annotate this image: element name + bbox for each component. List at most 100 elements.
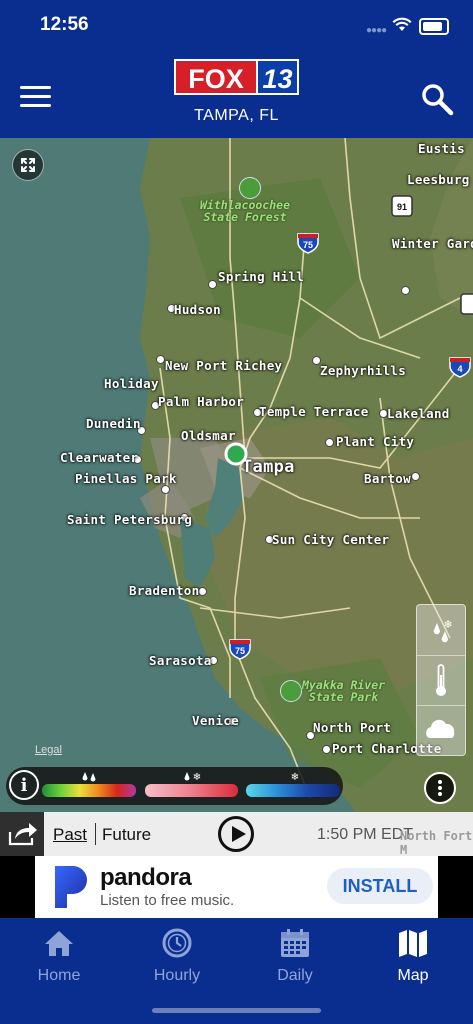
search-icon[interactable] [420,82,454,116]
battery-icon [419,18,449,35]
install-button[interactable]: INSTALL [327,868,433,904]
rain-gradient [42,784,136,797]
ad-banner[interactable]: pandora Listen to free music. INSTALL [0,856,473,918]
cellular-signal-icon: ●●●● [366,25,387,36]
status-time: 12:56 [40,14,89,35]
shield-91-label: 91 [397,202,407,212]
home-indicator [152,1008,321,1013]
park-withlacoochee: Withlacoochee State Forest [200,199,290,223]
place-spring-hill: Spring Hill [218,269,305,284]
fox13-logo: FOX 13 [174,59,299,95]
city-dot [161,485,170,494]
app-header: FOX 13 TAMPA, FL [0,50,473,138]
place-holiday: Holiday [104,376,159,391]
us-route-shield-91: 91 [391,195,413,217]
city-dot [208,280,217,289]
share-icon [8,823,37,846]
current-location-marker[interactable] [224,442,248,466]
park-myakka: Myakka River State Park [302,679,385,703]
thermometer-icon [436,664,446,696]
share-button[interactable] [0,812,44,856]
radar-timeline: Past Future 1:50 PM EDT North Fort M [0,812,473,857]
place-plant-city: Plant City [336,434,415,449]
place-temple-terrace: Temple Terrace [259,404,369,419]
ad-brand: pandora [100,864,192,891]
place-bradenton: Bradenton [129,583,200,598]
park-tree-icon [280,680,302,702]
clouds-layer-button[interactable] [417,705,465,755]
place-new-port-richey: New Port Richey [165,358,283,373]
location-label: TAMPA, FL [194,107,279,124]
cloud-icon [426,719,455,738]
place-palm-harbor: Palm Harbor [158,394,245,409]
precip-mix-icon: ❄ [433,618,453,643]
tab-hourly-label: Hourly [153,967,201,984]
info-icon[interactable]: i [9,770,39,800]
park-withlacoochee-label: Withlacoochee State Forest [200,198,291,224]
precipitation-layer-button[interactable]: ❄ [417,605,465,656]
place-sarasota: Sarasota [149,653,212,668]
map-icon [399,930,427,957]
place-winter-garden: Winter Garde [392,236,473,251]
highway-shield-partial [460,293,473,315]
legal-link[interactable]: Legal [35,744,62,756]
tab-hourly[interactable]: Hourly [127,928,227,985]
ad-tagline: Listen to free music. [100,892,235,909]
tab-home-label: Home [37,967,81,984]
place-tampa: Tampa [242,457,295,477]
place-bartow: Bartow [364,471,411,486]
snowflake-icon: ❄ [291,772,299,782]
past-toggle[interactable]: Past [53,825,87,845]
tab-daily[interactable]: Daily [245,928,345,985]
place-north-fort-myers: North Fort M [400,829,473,857]
precipitation-legend[interactable]: i ❄ ❄ [6,767,343,805]
place-oldsmar: Oldsmar [181,428,236,443]
place-sun-city-center: Sun City Center [272,532,390,547]
timeline-divider [95,823,96,845]
shield-75-south-label: 75 [235,646,245,656]
logo-number: 13 [256,59,299,95]
snow-gradient [246,784,340,797]
place-leesburg: Leesburg [407,172,470,187]
expand-icon [21,158,35,172]
tab-map[interactable]: Map [363,928,463,985]
svg-text:❄: ❄ [443,618,452,631]
future-toggle[interactable]: Future [102,825,151,845]
shield-4-label: 4 [457,364,462,374]
place-dunedin: Dunedin [86,416,141,431]
calendar-icon [281,929,309,957]
shield-75-north-label: 75 [303,240,313,250]
place-pinellas-park: Pinellas Park [75,471,177,486]
home-icon [45,931,73,956]
place-venice: Venice [192,713,239,728]
city-dot [325,438,334,447]
pandora-logo-icon [55,866,87,908]
mix-icon: ❄ [184,772,201,782]
status-bar: 12:56 ●●●● [0,0,473,50]
park-tree-icon [239,177,261,199]
tab-home[interactable]: Home [9,928,109,985]
ad-content[interactable]: pandora Listen to free music. INSTALL [35,856,438,918]
svg-text:❄: ❄ [193,772,201,782]
wifi-icon [392,17,412,31]
city-dot [156,355,165,364]
interstate-shield-75-north: 75 [297,233,319,254]
place-north-port: North Port [313,720,392,735]
play-icon[interactable] [218,816,254,852]
clock-icon [162,928,192,958]
more-options-icon[interactable] [424,772,456,804]
logo-fox: FOX [174,59,258,95]
fullscreen-expand-button[interactable] [12,149,44,181]
tab-bar: Home Hourly Daily Map [0,918,473,1024]
interstate-shield-4: 4 [449,357,471,378]
place-hudson: Hudson [174,302,221,317]
park-myakka-label: Myakka River State Park [302,678,386,704]
place-clearwater: Clearwater [60,450,139,465]
svg-text:❄: ❄ [291,772,299,782]
place-eustis: Eustis [418,141,465,156]
temperature-layer-button[interactable] [417,655,465,706]
city-dot [411,472,420,481]
radar-map[interactable]: Withlacoochee State Forest Myakka River … [0,138,473,818]
timeline-time: 1:50 PM EDT [317,826,414,843]
rain-drops-icon [82,772,96,782]
